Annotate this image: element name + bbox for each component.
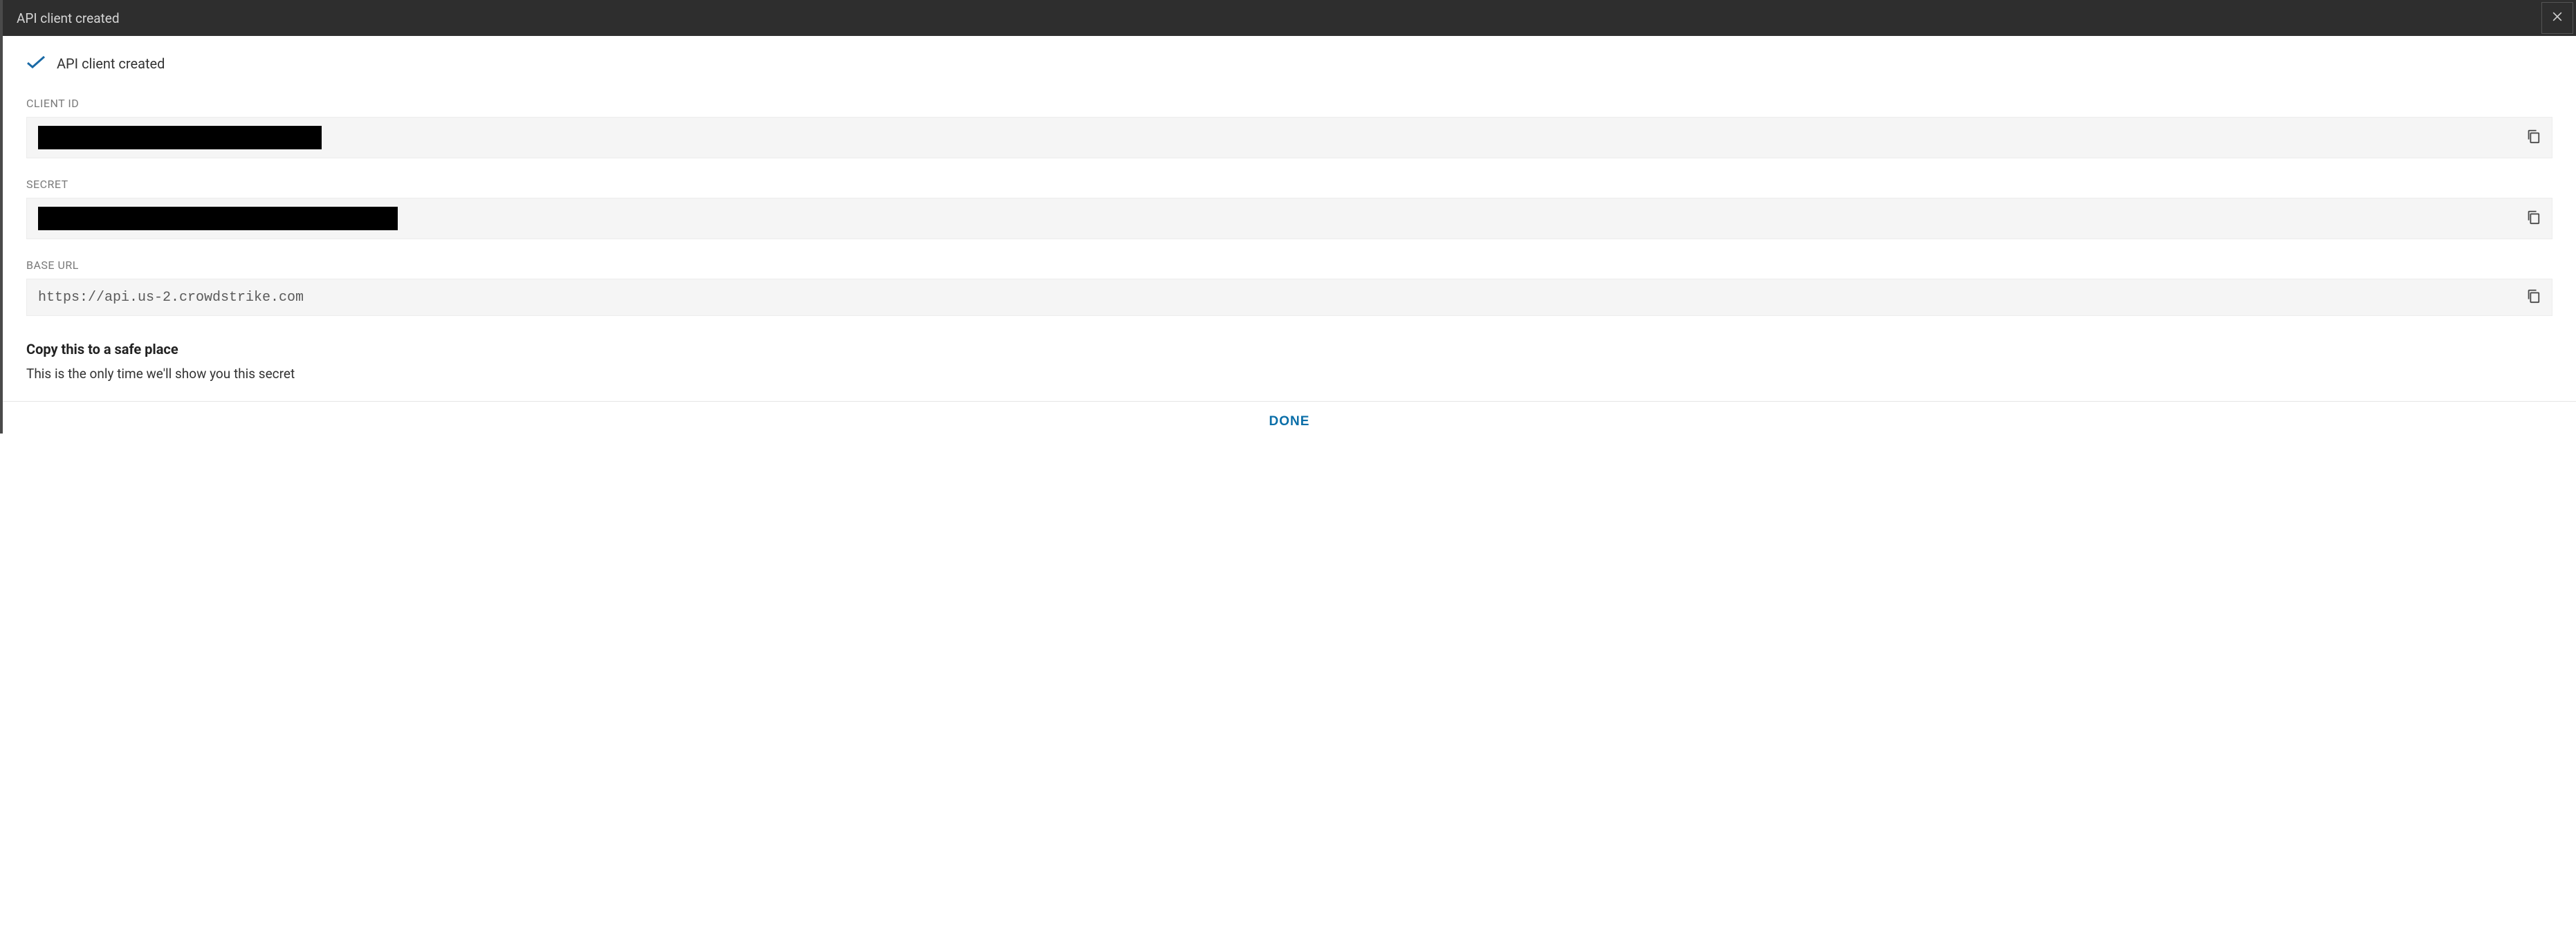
client-id-redacted — [38, 126, 322, 149]
secret-redacted — [38, 207, 398, 230]
secret-value — [38, 207, 398, 230]
warning-heading: Copy this to a safe place — [26, 341, 2552, 357]
api-client-created-dialog: API client created API client created CL… — [0, 0, 2576, 434]
client-id-field: CLIENT ID — [26, 97, 2552, 158]
status-row: API client created — [26, 55, 2552, 72]
client-id-value — [38, 126, 322, 149]
dialog-title: API client created — [17, 10, 120, 26]
copy-icon — [2526, 128, 2541, 147]
close-icon — [2550, 10, 2564, 26]
copy-icon — [2526, 209, 2541, 228]
copy-base-url-button[interactable] — [2526, 288, 2541, 307]
base-url-field: BASE URL https://api.us-2.crowdstrike.co… — [26, 259, 2552, 316]
base-url-value: https://api.us-2.crowdstrike.com — [38, 290, 304, 306]
secret-field: SECRET — [26, 178, 2552, 239]
copy-secret-button[interactable] — [2526, 209, 2541, 228]
dialog-titlebar: API client created — [3, 0, 2576, 36]
base-url-value-row: https://api.us-2.crowdstrike.com — [26, 279, 2552, 316]
copy-client-id-button[interactable] — [2526, 128, 2541, 147]
checkmark-icon — [26, 55, 46, 72]
status-message: API client created — [57, 55, 165, 72]
dialog-footer: DONE — [3, 401, 2576, 434]
copy-icon — [2526, 288, 2541, 307]
secret-label: SECRET — [26, 178, 2552, 191]
close-button[interactable] — [2541, 2, 2573, 34]
dialog-content: API client created CLIENT ID SECRET — [3, 36, 2576, 382]
done-button[interactable]: DONE — [1269, 414, 1310, 429]
client-id-label: CLIENT ID — [26, 97, 2552, 110]
secret-value-row — [26, 198, 2552, 239]
warning-text: This is the only time we'll show you thi… — [26, 366, 2552, 382]
base-url-label: BASE URL — [26, 259, 2552, 272]
warning-block: Copy this to a safe place This is the on… — [26, 341, 2552, 382]
client-id-value-row — [26, 117, 2552, 158]
